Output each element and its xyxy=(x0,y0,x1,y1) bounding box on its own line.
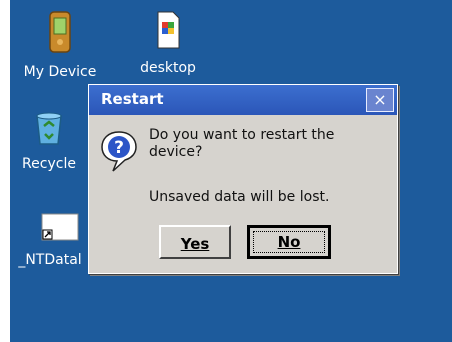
ntdata-label: _NTDatal xyxy=(18,252,82,268)
dialog-message: Do you want to restart the device? xyxy=(149,127,335,160)
svg-text:?: ? xyxy=(114,138,124,158)
my-device-shortcut[interactable]: My Device xyxy=(20,10,100,80)
yes-button-label: Yes xyxy=(180,235,210,253)
recycle-bin-icon xyxy=(14,110,84,150)
my-device-label: My Device xyxy=(23,64,97,80)
yes-button[interactable]: Yes xyxy=(159,225,231,259)
desktop: My Device desktop Recycle _NTDatal Resta… xyxy=(10,0,452,342)
close-icon: × xyxy=(373,90,387,109)
restart-dialog: Restart × ? Do you want to restart the d… xyxy=(88,84,398,274)
handheld-device-icon xyxy=(20,10,100,58)
recycle-bin-shortcut[interactable]: Recycle xyxy=(14,110,84,172)
dialog-titlebar[interactable]: Restart × xyxy=(89,85,397,115)
dialog-warning: Unsaved data will be lost. xyxy=(149,189,330,205)
desktop-shortcut[interactable]: desktop xyxy=(128,10,208,76)
document-shortcut-icon xyxy=(128,10,208,54)
no-button[interactable]: No xyxy=(247,225,331,259)
focus-rectangle xyxy=(253,231,325,253)
shortcut-file-icon xyxy=(40,212,88,246)
dialog-title: Restart xyxy=(101,90,164,108)
ntdata-shortcut[interactable]: _NTDatal xyxy=(12,212,88,268)
close-button[interactable]: × xyxy=(366,88,394,112)
question-icon: ? xyxy=(99,129,139,179)
desktop-label: desktop xyxy=(140,60,196,76)
recycle-bin-label: Recycle xyxy=(22,156,76,172)
